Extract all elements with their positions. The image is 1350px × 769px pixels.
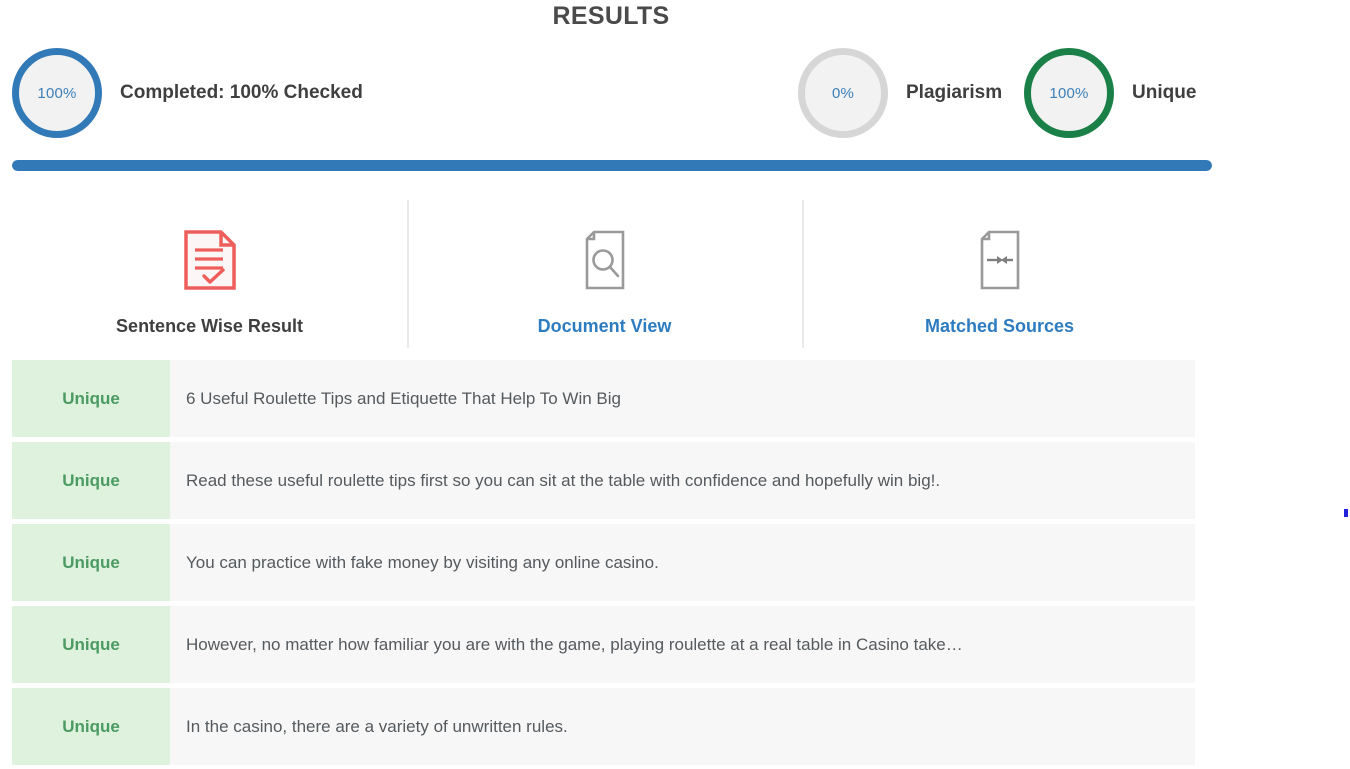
status-badge: Unique <box>12 442 170 519</box>
stat-unique: 100% Unique <box>1024 44 1196 142</box>
plagiarism-label: Plagiarism <box>906 82 1003 103</box>
status-badge: Unique <box>12 360 170 437</box>
result-tabs: Sentence Wise Result Document View Match… <box>12 200 1197 348</box>
progress-bar <box>12 160 1212 171</box>
completed-percent: 100% <box>37 84 77 102</box>
status-badge: Unique <box>12 606 170 683</box>
page-title: RESULTS <box>552 2 670 30</box>
sentence-row[interactable]: Unique You can practice with fake money b… <box>12 524 1195 601</box>
document-check-icon <box>183 228 237 292</box>
tab-matched-sources[interactable]: Matched Sources <box>802 200 1197 348</box>
sentence-text-cell: Read these useful roulette tips first so… <box>170 442 1195 519</box>
progress-bar-fill <box>12 160 1212 171</box>
tab-label: Document View <box>537 316 672 336</box>
tab-label: Matched Sources <box>924 316 1075 336</box>
tab-document-view[interactable]: Document View <box>407 200 802 348</box>
stat-completed: 100% Completed: 100% Checked <box>12 44 363 142</box>
unique-percent: 100% <box>1049 84 1089 102</box>
results-page: RESULTS 100% Completed: 100% Checked 0% … <box>0 0 1350 769</box>
donut-progress-icon: 100% <box>1024 48 1114 138</box>
sentence-text: Read these useful roulette tips first so… <box>186 470 941 490</box>
donut-progress-icon: 100% <box>12 48 102 138</box>
sentence-text-cell: 6 Useful Roulette Tips and Etiquette Tha… <box>170 360 1195 437</box>
sentence-text: However, no matter how familiar you are … <box>186 634 963 654</box>
sentence-text-cell: However, no matter how familiar you are … <box>170 606 1195 683</box>
document-search-icon <box>578 228 632 292</box>
stat-plagiarism: 0% Plagiarism <box>798 44 1002 142</box>
text-caret <box>1344 509 1348 517</box>
sentence-row[interactable]: Unique In the casino, there are a variety… <box>12 688 1195 765</box>
donut-progress-icon: 0% <box>798 48 888 138</box>
sentence-text: 6 Useful Roulette Tips and Etiquette Tha… <box>186 388 622 408</box>
status-badge: Unique <box>12 524 170 601</box>
plagiarism-percent: 0% <box>831 84 855 102</box>
sentence-results-list: Unique 6 Useful Roulette Tips and Etiquet… <box>12 360 1195 769</box>
sentence-text-cell: In the casino, there are a variety of un… <box>170 688 1195 765</box>
summary-stats: 100% Completed: 100% Checked 0% Plagiari… <box>0 44 1222 142</box>
sentence-row[interactable]: Unique However, no matter how familiar yo… <box>12 606 1195 683</box>
document-arrows-icon <box>973 228 1027 292</box>
completed-label: Completed: 100% Checked <box>120 82 363 103</box>
tab-label: Sentence Wise Result <box>116 316 303 336</box>
status-badge: Unique <box>12 688 170 765</box>
sentence-text: In the casino, there are a variety of un… <box>186 716 568 736</box>
sentence-text-cell: You can practice with fake money by visi… <box>170 524 1195 601</box>
tab-sentence-wise-result[interactable]: Sentence Wise Result <box>12 200 407 348</box>
sentence-text: You can practice with fake money by visi… <box>186 552 659 572</box>
unique-label: Unique <box>1132 82 1197 103</box>
sentence-row[interactable]: Unique 6 Useful Roulette Tips and Etiquet… <box>12 360 1195 437</box>
sentence-row[interactable]: Unique Read these useful roulette tips fi… <box>12 442 1195 519</box>
